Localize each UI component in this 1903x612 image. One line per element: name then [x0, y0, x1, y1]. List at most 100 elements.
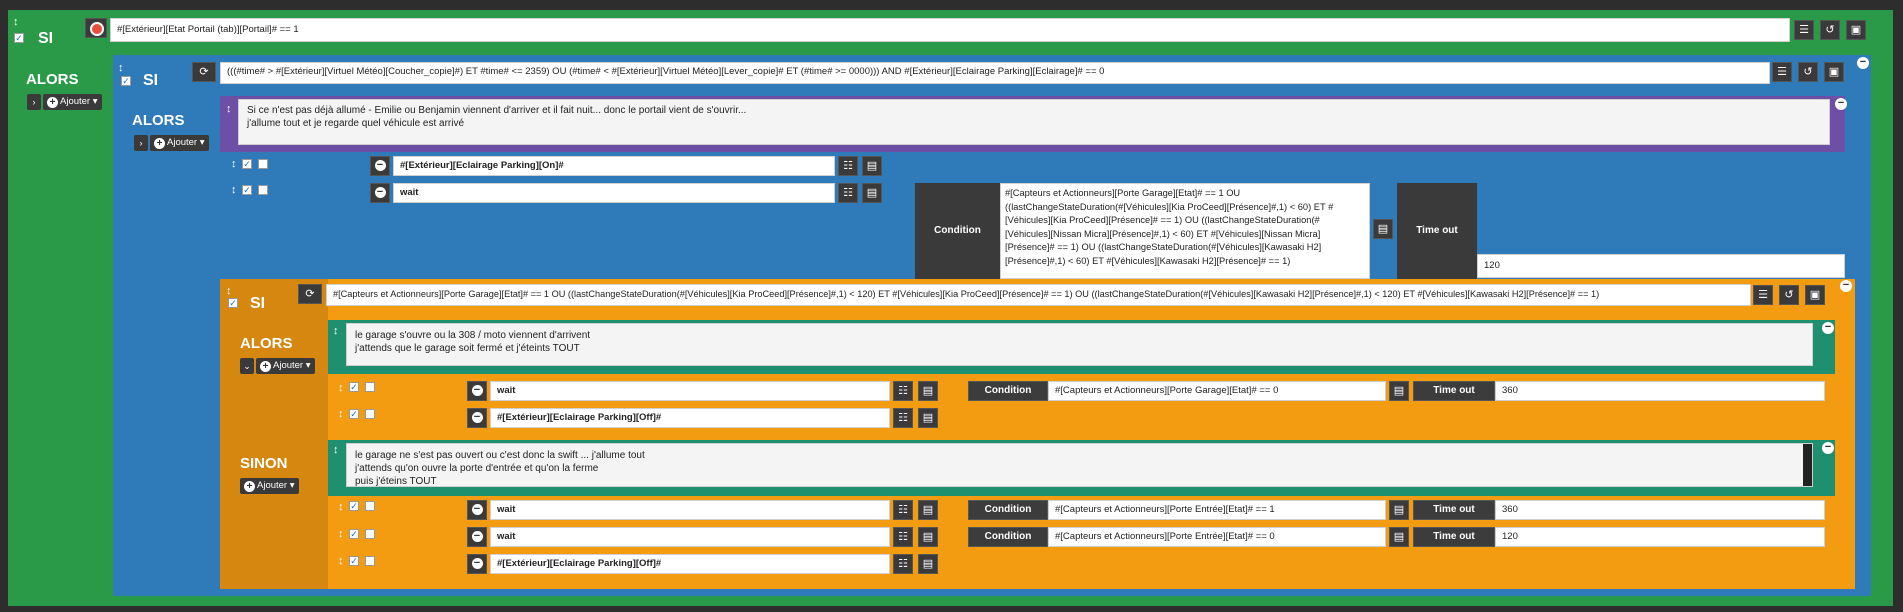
list-icon[interactable]: ☰ [1753, 285, 1773, 305]
select-icon[interactable]: ▤ [862, 156, 882, 176]
action-command-input[interactable]: #[Extérieur][Eclairage Parking][Off]# [490, 408, 890, 428]
ajouter-button[interactable]: + Ajouter ▾ [150, 135, 209, 151]
timeout-input[interactable]: 360 [1495, 381, 1825, 401]
ajouter-button[interactable]: + Ajouter ▾ [43, 94, 102, 110]
select-icon[interactable]: ▤ [1373, 219, 1393, 239]
enable-checkbox[interactable]: ✓ [349, 501, 359, 511]
si2-condition-input[interactable]: (((#time# > #[Extérieur][Virtuel Météo][… [220, 62, 1770, 84]
remove-action-button[interactable]: − [467, 527, 487, 547]
drag-handle-icon[interactable]: ↕ [338, 382, 344, 394]
comment-text[interactable]: le garage ne s'est pas ouvert ou c'est d… [346, 443, 1813, 487]
timeout-input[interactable]: 120 [1495, 527, 1825, 547]
enable-checkbox[interactable]: ✓ [349, 382, 359, 392]
drag-handle-icon[interactable]: ↕ [338, 408, 344, 420]
comment-text[interactable]: Si ce n'est pas déjà allumé - Emilie ou … [238, 99, 1830, 145]
remove-comment-icon[interactable]: − [1835, 98, 1847, 110]
select-icon[interactable]: ▤ [1389, 527, 1409, 547]
drag-handle-icon[interactable]: ↕ [231, 184, 237, 196]
background-checkbox[interactable] [365, 409, 375, 419]
select-icon[interactable]: ▤ [862, 183, 882, 203]
select-icon[interactable]: ▤ [918, 408, 938, 428]
cube-icon[interactable]: ▣ [1805, 285, 1825, 305]
drag-handle-icon[interactable]: ↕ [118, 62, 124, 74]
list-icon[interactable]: ☰ [1772, 62, 1792, 82]
remove-action-button[interactable]: − [467, 381, 487, 401]
refresh-icon[interactable]: ⟳ [192, 62, 216, 82]
scrollbar[interactable] [1803, 444, 1812, 486]
history-icon[interactable]: ↺ [1820, 20, 1840, 40]
remove-comment-icon[interactable]: − [1822, 322, 1834, 334]
list-check-icon[interactable]: ☷ [893, 554, 913, 574]
wait-condition-input[interactable]: #[Capteurs et Actionneurs][Porte Garage]… [1048, 381, 1386, 401]
drag-handle-icon[interactable]: ↕ [333, 444, 339, 456]
timeout-input[interactable]: 120 [1477, 254, 1845, 278]
wait-condition-input[interactable]: #[Capteurs et Actionneurs][Porte Entrée]… [1048, 500, 1386, 520]
drag-handle-icon[interactable]: ↕ [338, 555, 344, 567]
enable-checkbox[interactable]: ✓ [14, 33, 24, 43]
list-check-icon[interactable]: ☷ [838, 156, 858, 176]
drag-handle-icon[interactable]: ↕ [226, 285, 232, 297]
action-command-input[interactable]: #[Extérieur][Eclairage Parking][Off]# [490, 554, 890, 574]
disable-block-button[interactable] [85, 18, 107, 38]
enable-checkbox[interactable]: ✓ [242, 159, 252, 169]
background-checkbox[interactable] [258, 159, 268, 169]
list-check-icon[interactable]: ☷ [893, 408, 913, 428]
select-icon[interactable]: ▤ [918, 527, 938, 547]
remove-action-button[interactable]: − [370, 156, 390, 176]
drag-handle-icon[interactable]: ↕ [338, 501, 344, 513]
drag-handle-icon[interactable]: ↕ [338, 528, 344, 540]
ajouter-button[interactable]: + Ajouter ▾ [256, 358, 315, 374]
refresh-icon[interactable]: ⟳ [298, 284, 322, 304]
wait-condition-input[interactable]: #[Capteurs et Actionneurs][Porte Garage]… [1000, 183, 1370, 279]
drag-handle-icon[interactable]: ↕ [333, 325, 339, 337]
drag-handle-icon[interactable]: ↕ [226, 103, 232, 115]
history-icon[interactable]: ↺ [1779, 285, 1799, 305]
remove-comment-icon[interactable]: − [1822, 442, 1834, 454]
enable-checkbox[interactable]: ✓ [349, 529, 359, 539]
wait-condition-input[interactable]: #[Capteurs et Actionneurs][Porte Entrée]… [1048, 527, 1386, 547]
action-command-input[interactable]: wait [393, 183, 835, 203]
remove-block-icon[interactable]: − [1857, 57, 1869, 69]
remove-block-icon[interactable]: − [1840, 280, 1852, 292]
list-check-icon[interactable]: ☷ [893, 381, 913, 401]
chevron-down-icon[interactable]: ⌄ [240, 358, 254, 374]
select-icon[interactable]: ▤ [918, 500, 938, 520]
select-icon[interactable]: ▤ [918, 554, 938, 574]
chevron-right-icon[interactable]: › [134, 135, 148, 151]
list-check-icon[interactable]: ☷ [838, 183, 858, 203]
chevron-right-icon[interactable]: › [27, 94, 41, 110]
enable-checkbox[interactable]: ✓ [349, 556, 359, 566]
remove-action-button[interactable]: − [467, 408, 487, 428]
select-icon[interactable]: ▤ [1389, 500, 1409, 520]
remove-action-button[interactable]: − [467, 554, 487, 574]
remove-action-button[interactable]: − [467, 500, 487, 520]
drag-handle-icon[interactable]: ↕ [13, 16, 19, 28]
si3-condition-input[interactable]: #[Capteurs et Actionneurs][Porte Garage]… [326, 284, 1751, 306]
list-check-icon[interactable]: ☷ [893, 527, 913, 547]
background-checkbox[interactable] [365, 501, 375, 511]
history-icon[interactable]: ↺ [1798, 62, 1818, 82]
action-command-input[interactable]: wait [490, 381, 890, 401]
background-checkbox[interactable] [258, 185, 268, 195]
drag-handle-icon[interactable]: ↕ [231, 158, 237, 170]
select-icon[interactable]: ▤ [1389, 381, 1409, 401]
background-checkbox[interactable] [365, 556, 375, 566]
remove-action-button[interactable]: − [370, 183, 390, 203]
enable-checkbox[interactable]: ✓ [228, 298, 238, 308]
action-command-input[interactable]: #[Extérieur][Eclairage Parking][On]# [393, 156, 835, 176]
cube-icon[interactable]: ▣ [1824, 62, 1844, 82]
background-checkbox[interactable] [365, 529, 375, 539]
select-icon[interactable]: ▤ [918, 381, 938, 401]
comment-text[interactable]: le garage s'ouvre ou la 308 / moto vienn… [346, 323, 1813, 366]
cube-icon[interactable]: ▣ [1846, 20, 1866, 40]
root-condition-input[interactable]: #[Extérieur][Etat Portail (tab)][Portail… [110, 18, 1790, 42]
timeout-input[interactable]: 360 [1495, 500, 1825, 520]
list-icon[interactable]: ☰ [1794, 20, 1814, 40]
enable-checkbox[interactable]: ✓ [242, 185, 252, 195]
ajouter-button[interactable]: + Ajouter ▾ [240, 478, 299, 494]
background-checkbox[interactable] [365, 382, 375, 392]
enable-checkbox[interactable]: ✓ [349, 409, 359, 419]
action-command-input[interactable]: wait [490, 527, 890, 547]
list-check-icon[interactable]: ☷ [893, 500, 913, 520]
enable-checkbox[interactable]: ✓ [121, 76, 131, 86]
